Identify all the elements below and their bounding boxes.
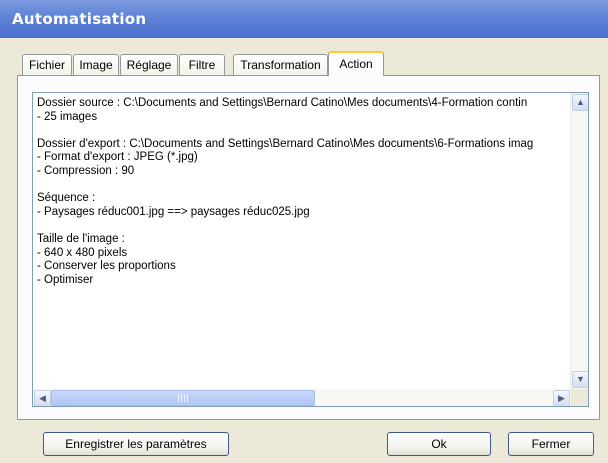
- horizontal-scroll-thumb[interactable]: [51, 390, 315, 406]
- scroll-down-arrow-icon[interactable]: ▼: [572, 371, 588, 388]
- summary-line: - Optimiser: [37, 273, 94, 286]
- summary-line: - Paysages réduc001.jpg ==> paysages réd…: [37, 205, 310, 218]
- tab-panel-action: Dossier source : C:\Documents and Settin…: [17, 75, 600, 420]
- summary-line: - Format d'export : JPEG (*.jpg): [37, 151, 198, 164]
- window-title: Automatisation: [12, 10, 147, 28]
- scrollbar-corner: [571, 389, 588, 406]
- summary-line: Taille de l'image :: [37, 232, 125, 245]
- horizontal-scrollbar[interactable]: ◀ ▶: [33, 389, 571, 406]
- summary-line: - 25 images: [37, 110, 98, 123]
- summary-line: - 640 x 480 pixels: [37, 246, 128, 259]
- ok-button[interactable]: Ok: [387, 432, 491, 456]
- summary-textbox[interactable]: Dossier source : C:\Documents and Settin…: [32, 92, 589, 407]
- tab-action[interactable]: Action: [328, 51, 384, 76]
- summary-blank-line: [37, 219, 571, 233]
- summary-line: - Conserver les proportions: [37, 260, 176, 273]
- dialog-body: Fichier Image Réglage Filtre Transformat…: [0, 38, 608, 463]
- scroll-grip-icon: [178, 394, 188, 402]
- summary-line: Séquence :: [37, 192, 96, 205]
- tab-reglage[interactable]: Réglage: [120, 54, 178, 75]
- tab-image[interactable]: Image: [73, 54, 119, 75]
- summary-blank-line: [37, 179, 571, 193]
- summary-line: - Compression : 90: [37, 164, 135, 177]
- save-params-button[interactable]: Enregistrer les paramètres: [43, 432, 229, 456]
- summary-line: Dossier source : C:\Documents and Settin…: [37, 97, 528, 109]
- scroll-up-arrow-icon[interactable]: ▲: [572, 94, 588, 111]
- scroll-right-arrow-icon[interactable]: ▶: [553, 390, 570, 406]
- summary-text: Dossier source : C:\Documents and Settin…: [37, 97, 571, 387]
- window-titlebar[interactable]: Automatisation: [0, 0, 608, 38]
- tab-filtre[interactable]: Filtre: [179, 54, 225, 75]
- scroll-left-arrow-icon[interactable]: ◀: [34, 390, 51, 406]
- vertical-scrollbar[interactable]: ▲ ▼: [570, 93, 588, 389]
- summary-line: Dossier d'export : C:\Documents and Sett…: [37, 137, 534, 150]
- tab-fichier[interactable]: Fichier: [22, 54, 72, 75]
- tab-transformation[interactable]: Transformation: [233, 54, 328, 75]
- close-button[interactable]: Fermer: [508, 432, 594, 456]
- summary-blank-line: [37, 124, 571, 138]
